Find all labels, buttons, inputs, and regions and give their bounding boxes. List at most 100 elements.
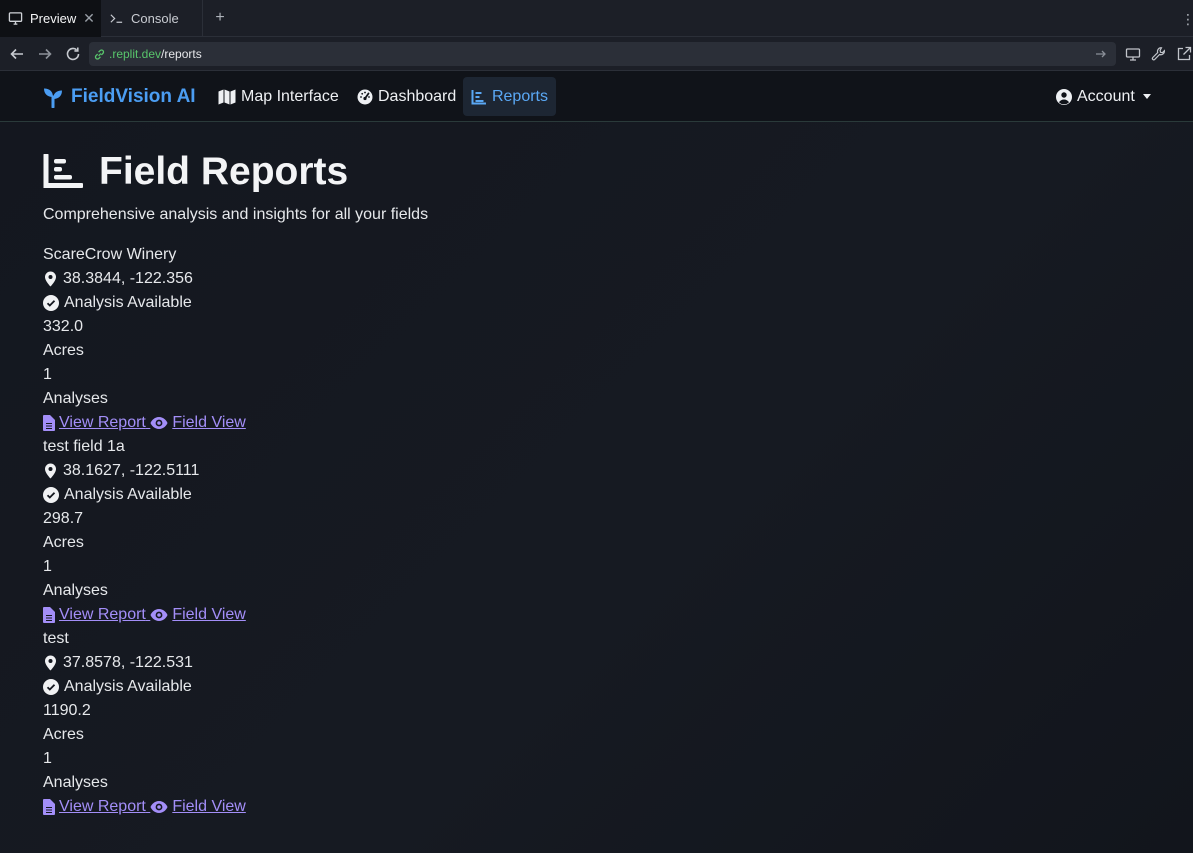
terminal-icon [110, 14, 123, 23]
status-text: Analysis Available [64, 678, 192, 695]
link-label: Field View [172, 606, 246, 623]
field-status: Analysis Available [43, 483, 643, 507]
eye-icon [150, 609, 168, 621]
field-card: test field 1a 38.1627, -122.5111 Analysi… [43, 435, 643, 627]
link-label: Field View [172, 798, 246, 815]
reload-icon[interactable] [64, 45, 82, 63]
map-icon [218, 89, 236, 104]
view-report-link[interactable]: View Report [43, 795, 150, 819]
field-name: ScareCrow Winery [43, 246, 177, 263]
acres-label: Acres [43, 534, 84, 551]
eye-icon [150, 801, 168, 813]
analyses-value: 1 [43, 750, 52, 767]
nav-reports[interactable]: Reports [463, 77, 556, 116]
wrench-icon[interactable] [1151, 46, 1167, 62]
link-icon [94, 48, 105, 60]
url-field[interactable]: .replit.dev/reports [89, 42, 1116, 66]
field-coordinates: 38.1627, -122.5111 [63, 462, 200, 479]
field-actions: View Report Field View [43, 795, 643, 819]
back-arrow-icon[interactable] [8, 45, 26, 63]
acres-value: 298.7 [43, 510, 84, 527]
link-label: View Report [59, 798, 146, 815]
acres-label: Acres [43, 726, 84, 743]
plus-icon[interactable]: + [212, 10, 228, 26]
chart-icon [471, 89, 486, 104]
gauge-icon [357, 89, 373, 104]
analyses-label: Analyses [43, 774, 108, 791]
url-host: .replit.dev [109, 47, 162, 61]
app-navbar: FieldVision AI Map Interface Dashboard R… [0, 71, 1193, 122]
field-view-link[interactable]: Field View [150, 411, 246, 435]
chart-icon [43, 154, 83, 188]
nav-dashboard[interactable]: Dashboard [349, 77, 464, 116]
nav-label: Reports [491, 87, 548, 105]
tab-console[interactable]: Console [101, 0, 203, 37]
forward-arrow-icon[interactable] [36, 45, 54, 63]
view-report-link[interactable]: View Report [43, 603, 150, 627]
browser-tab-bar: Preview ✕ Console + ⋮ [0, 0, 1193, 37]
field-coordinates: 37.8578, -122.531 [63, 654, 193, 671]
field-location: 38.1627, -122.5111 [43, 459, 643, 483]
brand-logo[interactable]: FieldVision AI [43, 85, 196, 109]
field-location: 37.8578, -122.531 [43, 651, 643, 675]
check-circle-icon [43, 679, 59, 695]
status-text: Analysis Available [64, 294, 192, 311]
analyses-value: 1 [43, 558, 52, 575]
analyses-label: Analyses [43, 390, 108, 407]
more-vertical-icon[interactable]: ⋮ [1181, 9, 1193, 29]
field-location: 38.3844, -122.356 [43, 267, 643, 291]
field-name: test [43, 630, 69, 647]
devices-icon[interactable] [1125, 46, 1141, 62]
acres-value: 332.0 [43, 318, 84, 335]
address-bar-row: .replit.dev/reports [0, 37, 1193, 71]
tab-label: Preview [30, 11, 77, 26]
file-icon [43, 799, 55, 815]
brand-name: FieldVision AI [71, 86, 196, 107]
field-status: Analysis Available [43, 291, 643, 315]
field-status: Analysis Available [43, 675, 643, 699]
field-card: ScareCrow Winery 38.3844, -122.356 Analy… [43, 243, 643, 435]
field-actions: View Report Field View [43, 411, 643, 435]
caret-down-icon [1142, 94, 1151, 99]
link-label: Field View [172, 414, 246, 431]
analyses-label: Analyses [43, 582, 108, 599]
close-icon[interactable]: ✕ [82, 11, 96, 25]
seedling-icon [44, 88, 62, 108]
field-view-link[interactable]: Field View [150, 603, 246, 627]
external-link-icon[interactable] [1176, 46, 1192, 62]
file-icon [43, 607, 55, 623]
eye-icon [150, 417, 168, 429]
link-label: View Report [59, 606, 146, 623]
link-label: View Report [59, 414, 146, 431]
monitor-icon [8, 12, 23, 25]
acres-label: Acres [43, 342, 84, 359]
check-circle-icon [43, 295, 59, 311]
view-report-link[interactable]: View Report [43, 411, 150, 435]
tab-label: Console [131, 11, 179, 26]
account-dropdown[interactable]: Account [1048, 77, 1159, 116]
status-text: Analysis Available [64, 486, 192, 503]
nav-map-interface[interactable]: Map Interface [210, 77, 347, 116]
field-view-link[interactable]: Field View [150, 795, 246, 819]
map-pin-icon [45, 655, 56, 671]
arrow-right-icon[interactable] [1094, 47, 1108, 61]
map-pin-icon [45, 463, 56, 479]
analyses-value: 1 [43, 366, 52, 383]
map-pin-icon [45, 271, 56, 287]
field-coordinates: 38.3844, -122.356 [63, 270, 193, 287]
field-list: ScareCrow Winery 38.3844, -122.356 Analy… [43, 243, 643, 819]
file-icon [43, 415, 55, 431]
nav-label: Map Interface [241, 87, 339, 105]
account-label: Account [1077, 87, 1135, 105]
main-content: Field Reports Comprehensive analysis and… [0, 122, 1193, 853]
page-title-text: Field Reports [99, 150, 349, 193]
field-card: test 37.8578, -122.531 Analysis Availabl… [43, 627, 643, 819]
page-title: Field Reports [43, 150, 348, 194]
acres-value: 1190.2 [43, 702, 91, 719]
tab-preview[interactable]: Preview ✕ [0, 0, 101, 37]
page-subtitle: Comprehensive analysis and insights for … [43, 206, 429, 223]
user-circle-icon [1056, 88, 1072, 105]
field-name: test field 1a [43, 438, 125, 455]
field-actions: View Report Field View [43, 603, 643, 627]
check-circle-icon [43, 487, 59, 503]
